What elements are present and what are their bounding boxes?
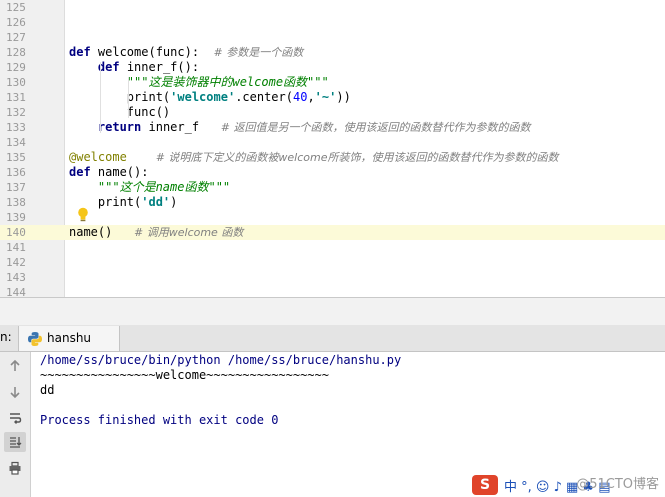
line-number: 129 bbox=[6, 61, 26, 74]
code-token: ) bbox=[170, 195, 178, 209]
code-token: inner_f bbox=[141, 120, 221, 134]
line-number: 139 bbox=[6, 211, 26, 224]
code-text: def name(): bbox=[69, 165, 148, 180]
number-token: 40 bbox=[292, 90, 308, 104]
line-number: 134 bbox=[6, 136, 26, 149]
keyword-token: def bbox=[69, 45, 91, 59]
code-text: """这个是name函数""" bbox=[69, 180, 230, 195]
console-line: /home/ss/bruce/bin/python /home/ss/bruce… bbox=[40, 353, 402, 367]
code-line[interactable]: 140 name() # 调用welcome 函数 bbox=[0, 225, 665, 240]
code-text: name() # 调用welcome 函数 bbox=[69, 225, 243, 240]
docstring-token: """这是装饰器中的welcome函数""" bbox=[126, 75, 329, 89]
indent-guide bbox=[128, 77, 129, 118]
line-number: 135 bbox=[6, 151, 26, 164]
code-text: print('welcome'.center(40,'~')) bbox=[69, 90, 351, 105]
code-line[interactable]: 128 def welcome(func): # 参数是一个函数 bbox=[0, 45, 665, 60]
line-number: 142 bbox=[6, 256, 26, 269]
code-token: print( bbox=[69, 90, 171, 104]
decorator-token: @welcome bbox=[69, 150, 127, 164]
sogou-ime-logo[interactable]: S bbox=[472, 475, 498, 495]
comment-token: # 调用welcome 函数 bbox=[134, 226, 244, 239]
line-number: 133 bbox=[6, 121, 26, 134]
line-number: 128 bbox=[6, 46, 26, 59]
panel-splitter[interactable] bbox=[0, 297, 665, 326]
code-text: """这是装饰器中的welcome函数""" bbox=[69, 75, 329, 90]
code-token: name() bbox=[69, 225, 135, 239]
line-number: 136 bbox=[6, 166, 26, 179]
code-line[interactable]: 135 @welcome # 说明底下定义的函数被welcome所装饰，使用该返回… bbox=[0, 150, 665, 165]
code-token: name(): bbox=[90, 165, 149, 179]
run-label: n: bbox=[0, 330, 12, 344]
string-token: '~' bbox=[314, 90, 337, 104]
comment-token: # 参数是一个函数 bbox=[213, 46, 304, 59]
console-line: Process finished with exit code 0 bbox=[40, 413, 279, 427]
run-tool-window-header: n: hanshu bbox=[0, 325, 665, 352]
keyword-token: def bbox=[97, 60, 120, 74]
code-token: )) bbox=[336, 90, 351, 104]
code-line[interactable]: 141 bbox=[0, 240, 665, 255]
line-number: 141 bbox=[6, 241, 26, 254]
line-number: 131 bbox=[6, 91, 26, 104]
code-line[interactable]: 144 bbox=[0, 285, 665, 297]
scroll-to-end-icon[interactable] bbox=[4, 432, 26, 452]
code-line[interactable]: 127 bbox=[0, 30, 665, 45]
code-line[interactable]: 126 bbox=[0, 15, 665, 30]
comment-token: # 返回值是另一个函数，使用该返回的函数替代作为参数的函数 bbox=[220, 121, 531, 134]
code-token: inner_f(): bbox=[119, 60, 200, 74]
line-number: 138 bbox=[6, 196, 26, 209]
code-line[interactable]: 143 bbox=[0, 270, 665, 285]
run-tab-label: hanshu bbox=[47, 331, 92, 345]
docstring-token: """这个是name函数""" bbox=[97, 180, 231, 194]
code-token: , bbox=[307, 90, 315, 104]
up-arrow-icon[interactable] bbox=[4, 356, 26, 376]
code-text: func() bbox=[69, 105, 170, 120]
console-line: ~~~~~~~~~~~~~~~~welcome~~~~~~~~~~~~~~~~~ bbox=[40, 368, 329, 382]
line-number: 127 bbox=[6, 31, 26, 44]
code-token: .center( bbox=[235, 90, 293, 104]
line-number: 130 bbox=[6, 76, 26, 89]
code-line[interactable]: 136 def name(): bbox=[0, 165, 665, 180]
soft-wrap-icon[interactable] bbox=[4, 408, 26, 428]
code-text: def welcome(func): # 参数是一个函数 bbox=[69, 45, 303, 60]
string-token: 'welcome' bbox=[170, 90, 236, 104]
string-token: 'dd' bbox=[141, 195, 171, 209]
code-text: return inner_f # 返回值是另一个函数，使用该返回的函数替代作为参… bbox=[69, 120, 531, 135]
keyword-token: return bbox=[97, 120, 142, 134]
comment-token: # 说明底下定义的函数被welcome所装饰，使用该返回的函数替代作为参数的函数 bbox=[155, 151, 559, 164]
print-icon[interactable] bbox=[4, 458, 26, 478]
line-number: 144 bbox=[6, 286, 26, 297]
lightbulb-icon[interactable] bbox=[76, 207, 90, 222]
code-text: @welcome # 说明底下定义的函数被welcome所装饰，使用该返回的函数… bbox=[69, 150, 559, 165]
code-token: welcome(func): bbox=[90, 45, 214, 59]
keyword-token: def bbox=[69, 165, 91, 179]
code-editor[interactable]: 125 126 127 128 def welcome(func): # 参数是一个函数… bbox=[0, 0, 665, 297]
python-icon bbox=[28, 332, 42, 346]
code-line[interactable]: 134 bbox=[0, 135, 665, 150]
line-number: 132 bbox=[6, 106, 26, 119]
code-text: def inner_f(): bbox=[69, 60, 199, 75]
run-tab-hanshu[interactable]: hanshu bbox=[18, 326, 120, 351]
code-line[interactable]: 142 bbox=[0, 255, 665, 270]
code-line[interactable]: 137 """这个是name函数""" bbox=[0, 180, 665, 195]
run-toolbar bbox=[0, 352, 31, 497]
code-line[interactable]: 139 bbox=[0, 210, 665, 225]
line-number: 140 bbox=[6, 226, 26, 239]
code-token: func() bbox=[69, 105, 171, 119]
code-line[interactable]: 138 print('dd') bbox=[0, 195, 665, 210]
down-arrow-icon[interactable] bbox=[4, 382, 26, 402]
code-line[interactable]: 125 bbox=[0, 0, 665, 15]
indent-guide bbox=[100, 62, 101, 133]
line-number: 143 bbox=[6, 271, 26, 284]
line-number: 137 bbox=[6, 181, 26, 194]
watermark: @51CTO博客 bbox=[576, 477, 659, 492]
console-line: dd bbox=[40, 383, 55, 397]
line-number: 126 bbox=[6, 16, 26, 29]
line-number: 125 bbox=[6, 1, 26, 14]
